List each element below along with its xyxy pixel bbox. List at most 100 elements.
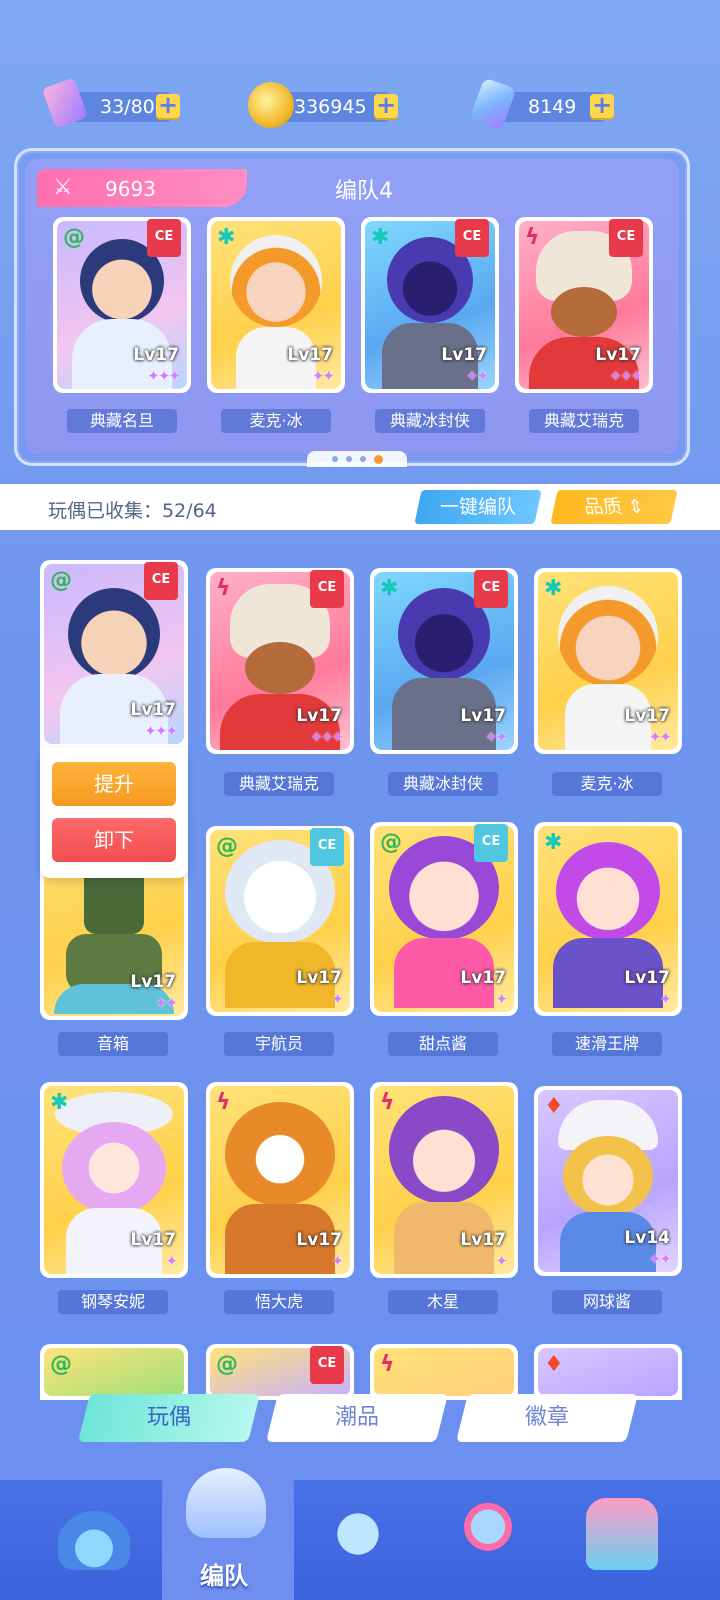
doll-head-shape	[62, 1122, 166, 1214]
doll-card[interactable]: ✱ Lv17 ✦✦	[534, 568, 682, 754]
tab-label: 潮品	[334, 1405, 379, 1430]
doll-level: Lv17	[296, 706, 342, 726]
doll-card-partial[interactable]: @ CE	[206, 1344, 354, 1400]
doll-name: 钢琴安妮	[58, 1290, 168, 1314]
crossed-swords-icon: ⚔	[53, 175, 73, 200]
quality-sort-button[interactable]: 品质 ⇕	[550, 490, 678, 524]
ticket-count: 33/80	[100, 96, 155, 118]
doll-name: 速滑王牌	[552, 1032, 662, 1056]
doll-card[interactable]: @ CE Lv17 ✦	[370, 822, 518, 1016]
fire-element-icon: ♦	[544, 1352, 564, 1377]
tab-dolls[interactable]: 玩偶	[78, 1394, 260, 1442]
doll-head-shape	[556, 842, 660, 940]
doll-stars: ✦✦	[648, 728, 672, 746]
doll-card[interactable]: ϟ Lv17 ✦	[370, 1082, 518, 1278]
doll-stars: ✦✦✦	[144, 722, 178, 740]
doll-head-shape	[245, 642, 315, 694]
sort-arrows-icon: ⇕	[625, 496, 647, 518]
doll-stars: ✦✦	[648, 1250, 672, 1268]
doll-card[interactable]: ϟ CE Lv17 ✦✦✦	[206, 568, 354, 754]
gem-count: 8149	[528, 96, 577, 118]
doll-card-selected[interactable]: @ CE Lv17 ✦✦✦	[40, 560, 188, 748]
doll-level: Lv17	[287, 345, 333, 365]
doll-card-partial[interactable]: ϟ	[370, 1344, 518, 1400]
doll-level: Lv17	[441, 345, 487, 365]
team-power-value: 9693	[105, 177, 156, 201]
doll-name: 麦克·冰	[552, 772, 662, 796]
doll-head-shape	[551, 287, 617, 337]
add-gem-button[interactable]: +	[590, 93, 614, 118]
doll-stars: ✦✦✦	[147, 367, 181, 385]
doll-name: 典藏艾瑞克	[224, 772, 334, 796]
page-dot-active[interactable]	[373, 454, 383, 464]
lightning-element-icon: ϟ	[380, 1352, 395, 1377]
doll-stars: ✦	[495, 1252, 508, 1270]
doll-stars: ✦	[659, 990, 672, 1008]
tab-label: 玩偶	[146, 1405, 191, 1430]
team-panel: ⚔ 9693 编队4 @ CE Lv17 ✦✦✦ 典藏名旦 ✱ Lv17 ✦✦	[14, 148, 690, 467]
tab-badges[interactable]: 徽章	[456, 1394, 638, 1442]
element-icon: ϟ	[216, 1090, 231, 1115]
spiral-element-icon: @	[216, 1352, 238, 1377]
team-power-tag: ⚔ 9693	[37, 169, 247, 207]
element-icon: ϟ	[525, 225, 540, 250]
doll-stars: ✦✦✦	[310, 728, 344, 746]
doll-head-shape	[68, 588, 160, 680]
doll-card[interactable]: ϟ Lv17 ✦	[206, 1082, 354, 1278]
doll-name: 甜点酱	[388, 1032, 498, 1056]
ticket-icon	[41, 77, 89, 129]
add-coin-button[interactable]: +	[374, 93, 398, 118]
nav-puzzle-icon[interactable]	[322, 1498, 394, 1570]
whistle-icon	[186, 1468, 266, 1538]
unequip-button[interactable]: 卸下	[52, 818, 176, 862]
team-slot-card[interactable]: ✱ CE Lv17 ✦✦	[361, 217, 499, 393]
nav-gacha-icon[interactable]	[58, 1498, 130, 1570]
doll-card[interactable]: ✱ CE Lv17 ✦✦	[370, 568, 518, 754]
ce-badge: CE	[474, 824, 508, 862]
doll-stars: ✦✦	[484, 728, 508, 746]
nav-trophy-icon[interactable]	[452, 1498, 524, 1570]
team-slot-card[interactable]: @ CE Lv17 ✦✦✦	[53, 217, 191, 393]
ce-badge: CE	[609, 219, 643, 257]
tab-trendy-items[interactable]: 潮品	[266, 1394, 448, 1442]
doll-card[interactable]: ✱ Lv17 ✦	[534, 822, 682, 1016]
team-member-name: 麦克·冰	[221, 409, 331, 433]
bottom-nav-bar: 编队	[0, 1464, 720, 1600]
doll-card[interactable]: ✱ Lv17 ✦	[40, 1082, 188, 1278]
upgrade-button[interactable]: 提升	[52, 762, 176, 806]
doll-name: 宇航员	[224, 1032, 334, 1056]
element-icon: ϟ	[380, 1090, 395, 1115]
quality-sort-label: 品质 ⇕	[582, 490, 647, 524]
team-slot-card[interactable]: ✱ Lv17 ✦✦	[207, 217, 345, 393]
page-dot[interactable]	[345, 456, 352, 462]
one-key-team-label: 一键编队	[439, 496, 516, 518]
page-indicator	[307, 451, 407, 467]
one-key-team-button[interactable]: 一键编队	[414, 490, 542, 524]
doll-card-partial[interactable]: ♦	[534, 1344, 682, 1400]
doll-level: Lv17	[624, 968, 670, 988]
element-icon: ♦	[544, 1094, 564, 1119]
element-icon: @	[50, 568, 72, 593]
element-icon: ✱	[50, 1090, 69, 1115]
nav-mystery-box-icon[interactable]	[586, 1498, 658, 1570]
doll-card[interactable]: @ CE Lv17 ✦	[206, 826, 354, 1016]
doll-level: Lv17	[460, 706, 506, 726]
ce-badge: CE	[144, 562, 178, 600]
doll-stars: ✦	[495, 990, 508, 1008]
doll-head-shape	[225, 1102, 335, 1206]
doll-level: Lv17	[296, 1230, 342, 1250]
page-dot[interactable]	[331, 456, 338, 462]
doll-level: Lv17	[595, 345, 641, 365]
quality-label: 品质	[581, 496, 625, 518]
add-ticket-button[interactable]: +	[156, 93, 180, 118]
doll-level: Lv17	[460, 1230, 506, 1250]
doll-card-partial[interactable]: @	[40, 1344, 188, 1400]
team-slot-card[interactable]: ϟ CE Lv17 ✦✦✦	[515, 217, 653, 393]
team-member-name: 典藏冰封侠	[375, 409, 485, 433]
tab-label: 徽章	[524, 1405, 569, 1430]
doll-card[interactable]: ♦ Lv14 ✦✦	[534, 1086, 682, 1276]
element-icon: ✱	[544, 830, 563, 855]
element-icon: ✱	[371, 225, 390, 250]
page-dot[interactable]	[359, 456, 366, 462]
coin-count: 336945	[294, 96, 367, 118]
